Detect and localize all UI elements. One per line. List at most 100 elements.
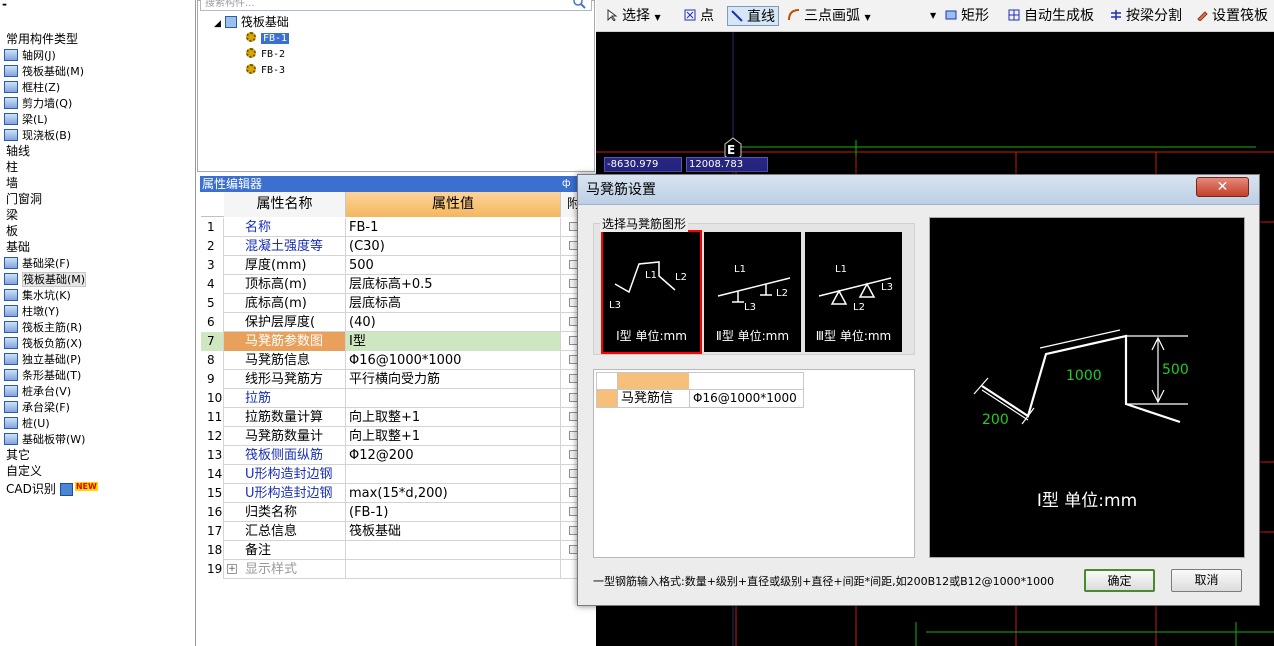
component-type-item[interactable]: 筏板基础(M) xyxy=(4,63,84,79)
component-type-item[interactable]: 现浇板(B) xyxy=(4,127,71,143)
component-type-item[interactable]: 筏板负筋(X) xyxy=(4,335,82,351)
property-value[interactable]: FB-1 xyxy=(346,218,561,237)
tree-item-fb3[interactable]: FB-3 xyxy=(246,63,285,79)
property-value[interactable]: Ⅰ型 xyxy=(346,332,561,351)
property-value[interactable] xyxy=(346,389,561,408)
category-label[interactable]: 常用构件类型 xyxy=(6,31,78,47)
property-value[interactable]: 500 xyxy=(346,256,561,275)
coord-y-field[interactable]: 12008.783 xyxy=(686,157,768,172)
row-number: 1 xyxy=(201,218,224,237)
shape-type-1[interactable]: L1 L2 L3 Ⅰ型 单位:mm xyxy=(601,230,702,354)
dropdown-icon[interactable]: ▼ xyxy=(930,6,936,26)
cancel-button[interactable]: 取消 xyxy=(1171,569,1242,592)
property-row[interactable]: 13 筏板侧面纵筋 Φ12@200 xyxy=(201,446,596,465)
row-value-input[interactable]: Φ16@1000*1000 xyxy=(689,390,804,407)
property-row[interactable]: 18 备注 xyxy=(201,541,596,560)
category-label[interactable]: 自定义 xyxy=(6,463,42,479)
component-type-item[interactable]: 梁(L) xyxy=(4,111,48,127)
property-row[interactable]: 10 拉筋 xyxy=(201,389,596,408)
component-type-item[interactable]: 集水坑(K) xyxy=(4,287,71,303)
component-type-item[interactable]: 桩承台(V) xyxy=(4,383,71,399)
property-value[interactable]: 向上取整+1 xyxy=(346,427,561,446)
property-value[interactable] xyxy=(346,541,561,560)
property-value[interactable]: (FB-1) xyxy=(346,503,561,522)
property-row[interactable]: 17 汇总信息 筏板基础 xyxy=(201,522,596,541)
property-row[interactable]: 2 混凝土强度等 (C30) xyxy=(201,237,596,256)
category-label[interactable]: 基础 xyxy=(6,239,30,255)
expand-icon[interactable]: + xyxy=(227,564,237,574)
component-type-item[interactable]: 独立基础(P) xyxy=(4,351,81,367)
component-type-item[interactable]: 承台梁(F) xyxy=(4,399,70,415)
property-value[interactable]: 层底标高+0.5 xyxy=(346,275,561,294)
search-input[interactable]: 搜索构件... xyxy=(200,0,592,11)
property-row[interactable]: 4 顶标高(m) 层底标高+0.5 xyxy=(201,275,596,294)
property-value[interactable]: 平行横向受力筋 xyxy=(346,370,561,389)
property-row[interactable]: 8 马凳筋信息 Φ16@1000*1000 xyxy=(201,351,596,370)
component-type-item[interactable]: 基础板带(W) xyxy=(4,431,85,447)
property-row[interactable]: 14 U形构造封边钢 xyxy=(201,465,596,484)
auto-gen-tool[interactable]: 自动生成板 xyxy=(1008,6,1094,26)
rect-tool[interactable]: 矩形 xyxy=(945,6,989,26)
component-type-item[interactable]: 柱墩(Y) xyxy=(4,303,59,319)
arc-tool[interactable]: 三点画弧 ▼ xyxy=(788,6,871,26)
property-value[interactable]: (C30) xyxy=(346,237,561,256)
property-row[interactable]: 19 显示样式 + xyxy=(201,560,596,579)
component-icon xyxy=(4,369,18,381)
property-value[interactable]: (40) xyxy=(346,313,561,332)
component-type-item[interactable]: 轴网(J) xyxy=(4,47,56,63)
component-type-item[interactable]: 筏板基础(M) xyxy=(4,271,87,287)
tree-item-fb1[interactable]: FB-1 xyxy=(246,31,290,47)
tree-root[interactable]: ◢ 筏板基础 xyxy=(214,14,289,30)
component-type-item[interactable]: 筏板主筋(R) xyxy=(4,319,82,335)
component-type-item[interactable]: 剪力墙(Q) xyxy=(4,95,72,111)
property-row[interactable]: 1 名称 FB-1 xyxy=(201,218,596,237)
table-row[interactable]: 马凳筋信 Φ16@1000*1000 xyxy=(596,390,804,408)
collapse-mark[interactable]: - xyxy=(2,0,7,12)
component-type-item[interactable]: 框柱(Z) xyxy=(4,79,60,95)
property-row[interactable]: 12 马凳筋数量计 向上取整+1 xyxy=(201,427,596,446)
category-label[interactable]: 门窗洞 xyxy=(6,191,42,207)
collapse-arrow-icon[interactable]: ◢ xyxy=(214,19,221,29)
property-value[interactable]: 筏板基础 xyxy=(346,522,561,541)
property-value[interactable]: 向上取整+1 xyxy=(346,408,561,427)
component-type-item[interactable]: 条形基础(T) xyxy=(4,367,81,383)
property-value[interactable]: Φ12@200 xyxy=(346,446,561,465)
search-icon[interactable] xyxy=(572,0,588,10)
shape-type-3[interactable]: L1 L2 L3 Ⅲ型 单位:mm xyxy=(805,232,902,352)
property-value[interactable] xyxy=(346,560,561,579)
component-type-item[interactable]: 桩(U) xyxy=(4,415,50,431)
property-row[interactable]: 15 U形构造封边钢 max(15*d,200) xyxy=(201,484,596,503)
set-slab-tool[interactable]: 设置筏板 xyxy=(1196,6,1268,26)
property-row[interactable]: 9 线形马凳筋方 平行横向受力筋 xyxy=(201,370,596,389)
tree-item-fb2[interactable]: FB-2 xyxy=(246,47,285,63)
shape-type-2[interactable]: L1 L2 L3 Ⅱ型 单位:mm xyxy=(704,232,801,352)
coord-x-field[interactable]: -8630.979 xyxy=(604,157,682,172)
category-label[interactable]: 其它 xyxy=(6,447,30,463)
select-tool[interactable]: 选择 ▼ xyxy=(606,6,661,26)
property-value[interactable]: 层底标高 xyxy=(346,294,561,313)
property-value[interactable] xyxy=(346,465,561,484)
split-by-beam-tool[interactable]: 按梁分割 xyxy=(1110,6,1182,26)
category-label[interactable]: 轴线 xyxy=(6,143,30,159)
property-row[interactable]: 6 保护层厚度((40) xyxy=(201,313,596,332)
ok-button[interactable]: 确定 xyxy=(1084,569,1155,592)
close-button[interactable]: ✕ xyxy=(1196,177,1249,197)
category-label[interactable]: 梁 xyxy=(6,207,18,223)
point-tool[interactable]: 点 xyxy=(684,6,714,26)
line-tool[interactable]: 直线 xyxy=(727,6,779,26)
category-label[interactable]: 柱 xyxy=(6,159,18,175)
property-row[interactable]: 7 马凳筋参数图 Ⅰ型 xyxy=(201,332,596,351)
property-row[interactable]: 16 归类名称 (FB-1) xyxy=(201,503,596,522)
category-label[interactable]: 板 xyxy=(6,223,18,239)
cad-recognition-item[interactable]: CAD识别 NEW xyxy=(6,479,98,496)
property-row[interactable]: 11 拉筋数量计算 向上取整+1 xyxy=(201,408,596,427)
category-label[interactable]: 墙 xyxy=(6,175,18,191)
property-value[interactable]: Φ16@1000*1000 xyxy=(346,351,561,370)
pin-icon[interactable]: ф xyxy=(562,176,571,192)
property-row[interactable]: 5 底标高(m) 层底标高 xyxy=(201,294,596,313)
property-row[interactable]: 3 厚度(mm) 500 xyxy=(201,256,596,275)
property-name: 保护层厚度( xyxy=(224,313,346,332)
property-value[interactable]: max(15*d,200) xyxy=(346,484,561,503)
point-icon xyxy=(684,9,696,21)
component-type-item[interactable]: 基础梁(F) xyxy=(4,255,70,271)
